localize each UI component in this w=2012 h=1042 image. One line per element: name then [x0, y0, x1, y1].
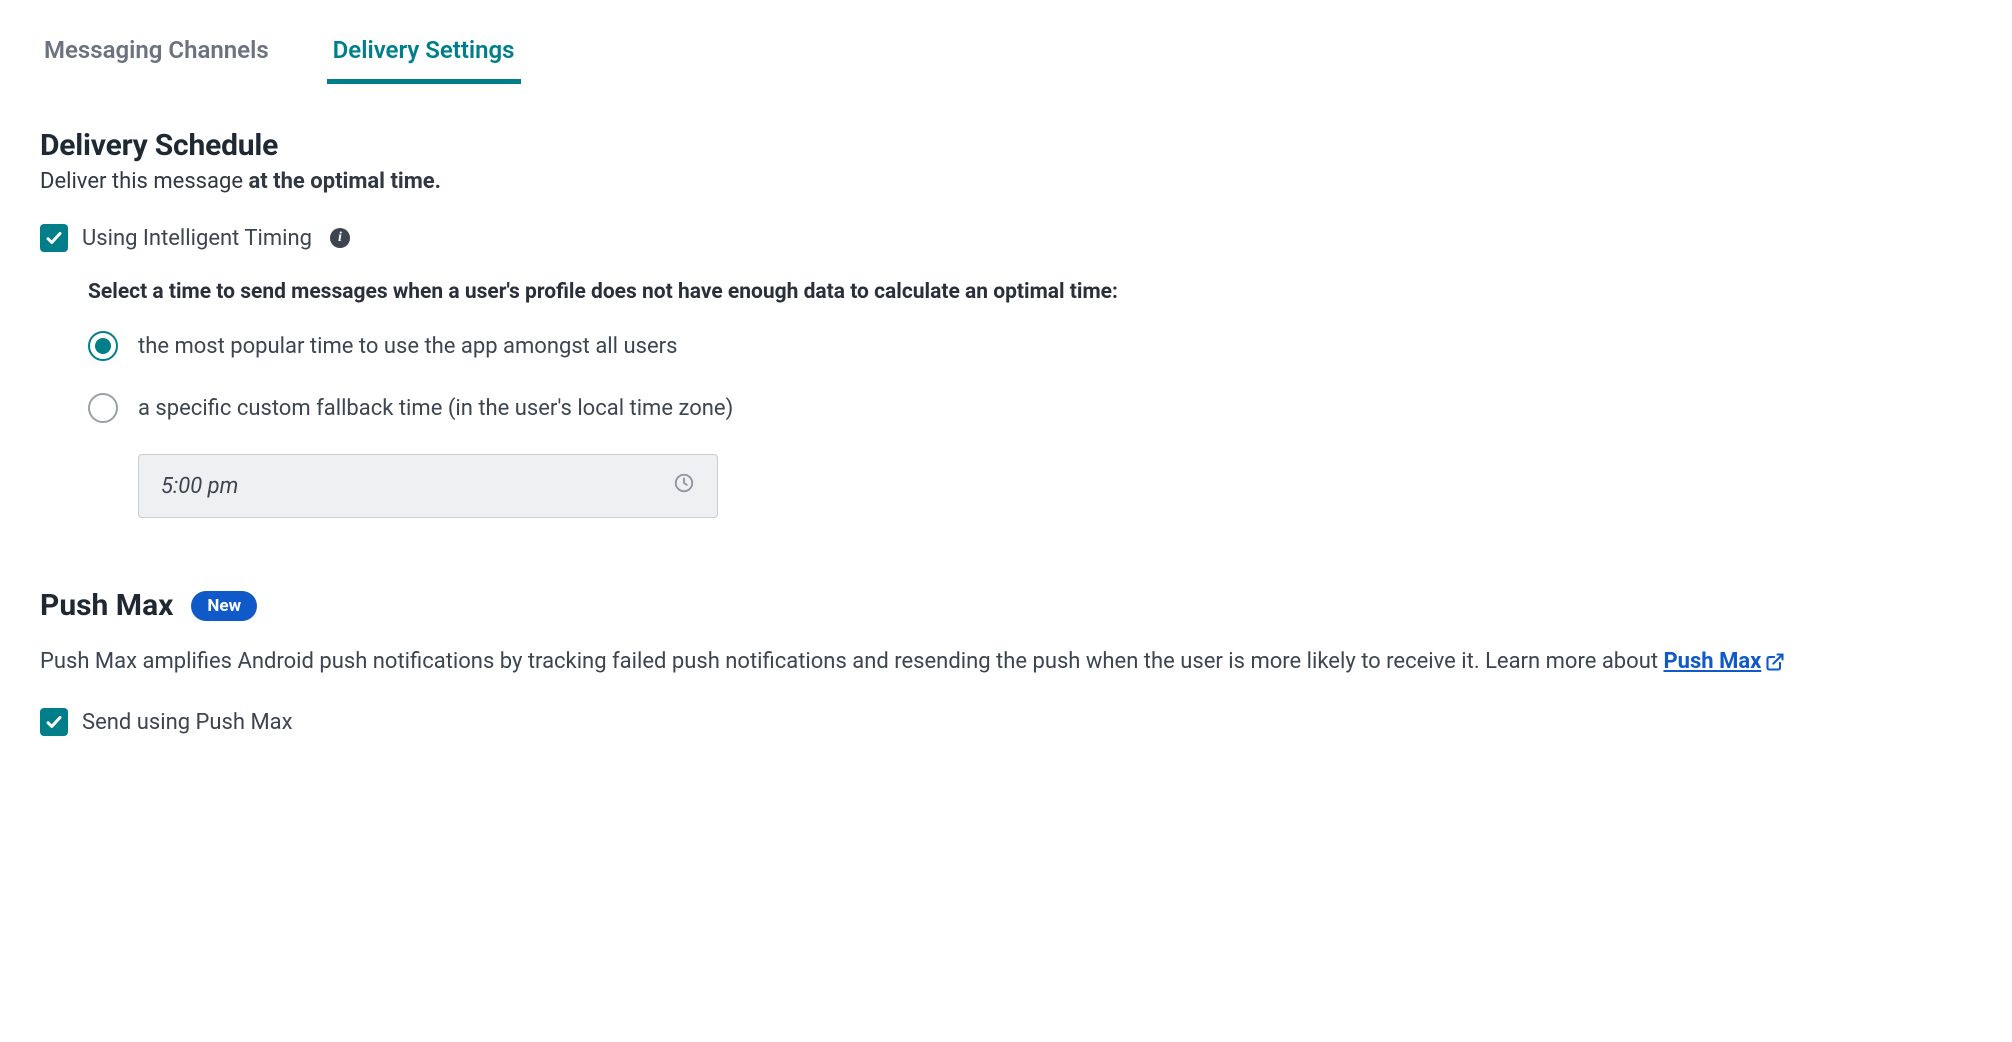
- fallback-instruction: Select a time to send messages when a us…: [88, 280, 1972, 304]
- tab-delivery-settings[interactable]: Delivery Settings: [329, 30, 519, 80]
- check-icon: [45, 713, 63, 731]
- push-max-link[interactable]: Push Max: [1663, 649, 1761, 674]
- intelligent-timing-label: Using Intelligent Timing: [82, 226, 312, 251]
- radio-row-custom: a specific custom fallback time (in the …: [88, 392, 1972, 426]
- subtitle-bold: at the optimal time.: [248, 169, 441, 194]
- fallback-options: Select a time to send messages when a us…: [40, 280, 1972, 518]
- radio-row-popular: the most popular time to use the app amo…: [88, 330, 1972, 364]
- time-value: 5:00 pm: [161, 474, 238, 499]
- send-push-max-row: Send using Push Max: [40, 708, 1972, 736]
- external-link-icon: [1765, 652, 1785, 672]
- clock-icon: [673, 472, 695, 500]
- new-badge: New: [191, 591, 257, 621]
- delivery-schedule-section: Delivery Schedule Deliver this message a…: [40, 128, 1972, 518]
- delivery-schedule-title: Delivery Schedule: [40, 128, 1972, 163]
- fallback-time-input[interactable]: 5:00 pm: [138, 454, 718, 518]
- send-push-max-label: Send using Push Max: [82, 710, 293, 735]
- radio-popular-time[interactable]: [88, 331, 118, 361]
- tabs: Messaging Channels Delivery Settings: [40, 30, 1972, 80]
- radio-custom-label: a specific custom fallback time (in the …: [138, 392, 733, 426]
- tab-messaging-channels[interactable]: Messaging Channels: [40, 30, 273, 80]
- intelligent-timing-row: Using Intelligent Timing i: [40, 224, 1972, 252]
- push-max-title: Push Max: [40, 588, 173, 623]
- subtitle-text: Deliver this message: [40, 169, 248, 194]
- push-max-section: Push Max New Push Max amplifies Android …: [40, 588, 1972, 736]
- info-icon[interactable]: i: [330, 228, 350, 248]
- radio-popular-label: the most popular time to use the app amo…: [138, 330, 677, 364]
- intelligent-timing-checkbox[interactable]: [40, 224, 68, 252]
- push-max-description: Push Max amplifies Android push notifica…: [40, 645, 1860, 678]
- send-push-max-checkbox[interactable]: [40, 708, 68, 736]
- check-icon: [45, 229, 63, 247]
- delivery-schedule-subtitle: Deliver this message at the optimal time…: [40, 169, 1972, 194]
- push-max-desc-text: Push Max amplifies Android push notifica…: [40, 649, 1663, 674]
- push-max-header: Push Max New: [40, 588, 1972, 623]
- radio-custom-time[interactable]: [88, 393, 118, 423]
